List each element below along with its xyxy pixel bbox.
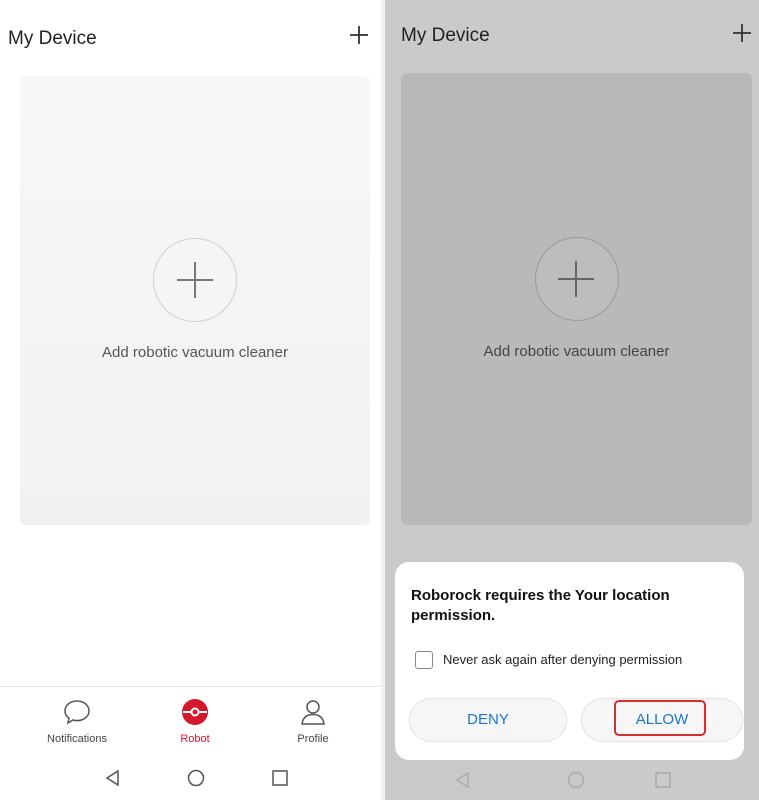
deny-button[interactable]: DENY: [409, 698, 567, 742]
add-device-icon[interactable]: [346, 22, 372, 48]
plus-icon: [558, 260, 594, 297]
recents-icon[interactable]: [653, 770, 673, 790]
plus-icon: [176, 261, 213, 298]
tab-label: Profile: [297, 733, 329, 745]
tab-label: Notifications: [47, 733, 107, 745]
add-device-label: Add robotic vacuum cleaner: [483, 343, 670, 360]
add-device-icon[interactable]: [729, 20, 755, 46]
dialog-message: Roborock requires the Your location perm…: [411, 587, 670, 624]
allow-button-label: ALLOW: [635, 711, 689, 728]
never-ask-checkbox[interactable]: [415, 651, 433, 669]
system-nav-bar: [385, 760, 759, 800]
bottom-tab-bar: Notifications Robot Profile: [0, 686, 381, 759]
add-device-label: Add robotic vacuum cleaner: [102, 344, 288, 361]
location-permission-dialog: Roborock requires the Your location perm…: [395, 562, 744, 760]
home-icon[interactable]: [186, 768, 206, 788]
left-screen: My Device Add robotic vacuum cleaner Not…: [0, 0, 381, 800]
system-nav-bar: [0, 758, 381, 800]
robot-icon: [182, 699, 208, 725]
chat-bubble-icon: [64, 700, 90, 725]
add-device-card[interactable]: Add robotic vacuum cleaner: [20, 76, 370, 525]
tab-profile[interactable]: Profile: [258, 697, 368, 745]
add-device-button[interactable]: [534, 237, 619, 321]
tab-robot[interactable]: Robot: [140, 697, 250, 745]
home-icon[interactable]: [566, 770, 586, 790]
allow-button[interactable]: ALLOW: [581, 698, 743, 742]
add-device-card[interactable]: Add robotic vacuum cleaner: [401, 73, 752, 525]
page-title: My Device: [8, 28, 97, 49]
back-icon[interactable]: [103, 768, 123, 788]
page-title: My Device: [401, 25, 490, 46]
back-icon[interactable]: [453, 770, 473, 790]
right-screen: My Device Add robotic vacuum cleaner Rob…: [385, 0, 759, 800]
add-device-button[interactable]: [153, 238, 237, 322]
never-ask-label: Never ask again after denying permission: [443, 652, 683, 667]
recents-icon[interactable]: [270, 768, 290, 788]
tab-notifications[interactable]: Notifications: [22, 697, 132, 745]
tab-label: Robot: [180, 733, 210, 745]
person-icon: [301, 700, 325, 725]
